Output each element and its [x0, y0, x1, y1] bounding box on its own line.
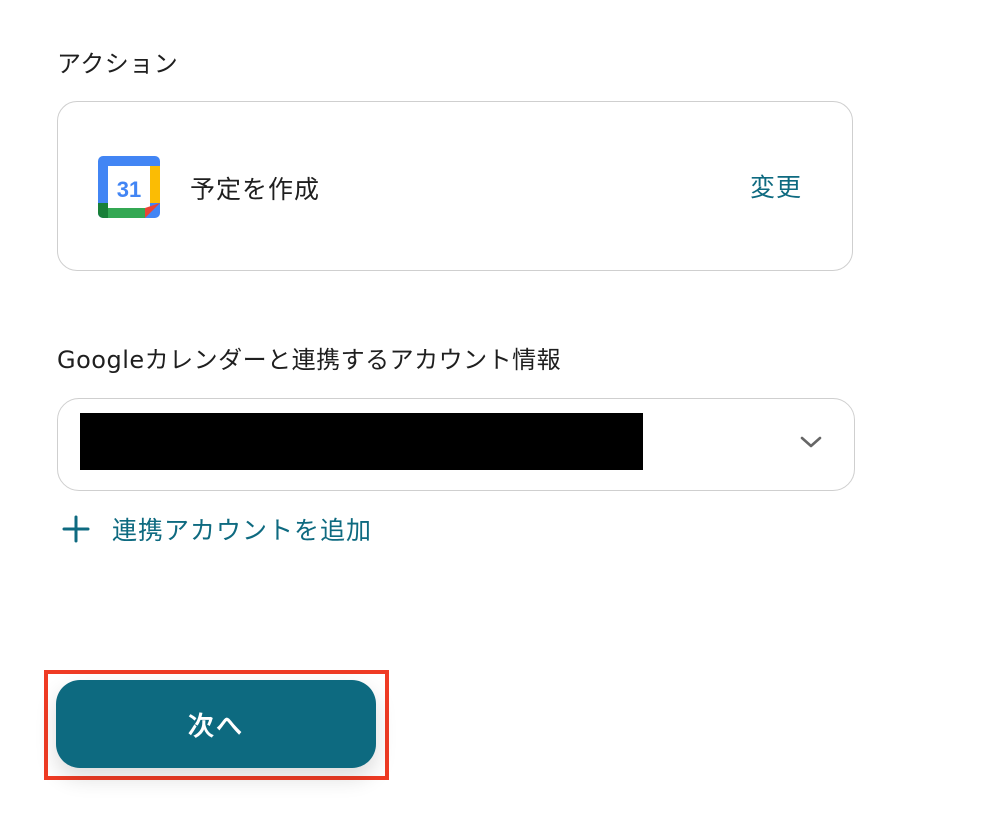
plus-icon — [62, 515, 90, 543]
action-card: 31 予定を作成 変更 — [57, 101, 853, 271]
google-calendar-icon: 31 — [98, 156, 160, 218]
account-section-label: Googleカレンダーと連携するアカウント情報 — [57, 346, 562, 374]
account-select[interactable] — [57, 398, 855, 491]
action-name: 予定を作成 — [190, 175, 321, 204]
add-account-button[interactable]: 連携アカウントを追加 — [62, 511, 372, 547]
chevron-down-icon[interactable] — [800, 435, 822, 449]
add-account-label: 連携アカウントを追加 — [112, 516, 373, 545]
next-button[interactable]: 次へ — [56, 680, 376, 768]
page: アクション 31 予定を作成 変更 Googleカレンダーと連携するアカウント情… — [0, 0, 998, 834]
action-section-label: アクション — [57, 50, 179, 78]
calendar-day-text: 31 — [117, 177, 141, 202]
redacted-account-value — [80, 413, 643, 470]
change-action-link[interactable]: 変更 — [750, 168, 802, 204]
